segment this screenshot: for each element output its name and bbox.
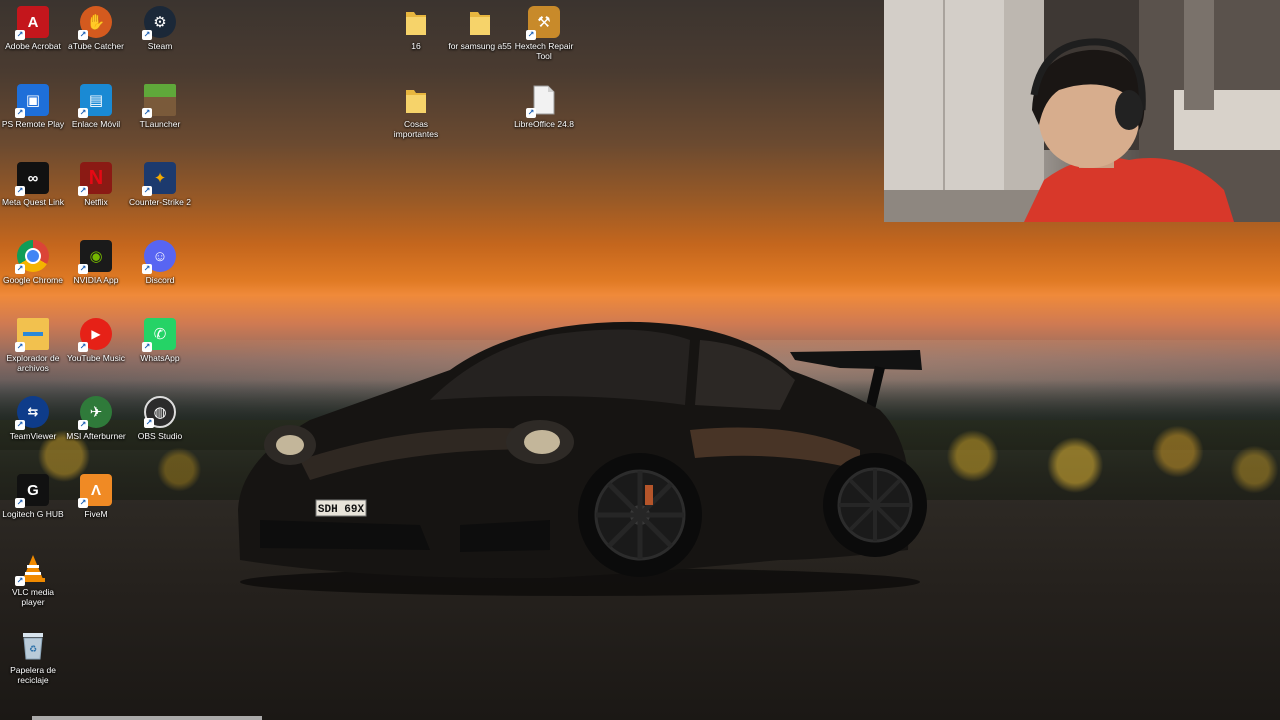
icon-label: Discord <box>145 275 175 285</box>
desktop-icon-hextech-repair-tool[interactable]: ⚒ ↗ Hextech Repair Tool <box>511 6 577 61</box>
icon-label: Counter-Strike 2 <box>129 197 191 207</box>
obs-studio-icon: ◍ ↗ <box>144 396 176 428</box>
icon-label: Explorador de archivos <box>6 353 60 373</box>
desktop-icon-nvidia-app[interactable]: ◉ ↗ NVIDIA App <box>63 240 129 285</box>
desktop-icon-adobe-acrobat[interactable]: A ↗ Adobe Acrobat <box>0 6 66 51</box>
taskbar-edge <box>32 716 262 720</box>
desktop-icon-ps-remote-play[interactable]: ▣ ↗ PS Remote Play <box>0 84 66 129</box>
icon-label: PS Remote Play <box>1 119 65 129</box>
discord-icon: ☺ ↗ <box>142 240 176 274</box>
icon-label: Adobe Acrobat <box>5 41 61 51</box>
icon-label: VLC media player <box>11 587 55 607</box>
steam-icon: ⚙ ↗ <box>142 6 176 40</box>
desktop-icon-counter-strike-2[interactable]: ✦ ↗ Counter-Strike 2 <box>127 162 193 207</box>
desktop-icon-recycle-bin[interactable]: ♻ Papelera de reciclaje <box>0 630 66 685</box>
desktop-icon-meta-quest-link[interactable]: ∞ ↗ Meta Quest Link <box>0 162 66 207</box>
desktop-icon-steam[interactable]: ⚙ ↗ Steam <box>127 6 193 51</box>
icon-label: Steam <box>147 41 173 51</box>
desktop-icon-atube-catcher[interactable]: ✋ ↗ aTube Catcher <box>63 6 129 51</box>
icon-label: 16 <box>411 41 421 51</box>
desktop-icon-tlauncher[interactable]: ↗ TLauncher <box>127 84 193 129</box>
icon-label: Enlace Móvil <box>71 119 121 129</box>
enlace-movil-icon: ▤ ↗ <box>78 84 112 118</box>
desktop-icon-youtube-music[interactable]: ▶ ↗ YouTube Music <box>63 318 129 363</box>
ps-remote-play-icon: ▣ ↗ <box>15 84 49 118</box>
icon-label: TLauncher <box>139 119 181 129</box>
desktop-icon-logitech-g-hub[interactable]: G ↗ Logitech G HUB <box>0 474 66 519</box>
icon-label: Logitech G HUB <box>2 509 64 519</box>
desktop-icon-obs-studio[interactable]: ◍ ↗ OBS Studio <box>127 396 193 441</box>
fivem-icon: Λ ↗ <box>78 474 112 508</box>
desktop-icon-file-explorer[interactable]: ↗ Explorador de archivos <box>0 318 66 373</box>
icon-label: LibreOffice 24.8 <box>514 119 574 129</box>
desktop-icon-google-chrome[interactable]: ↗ Google Chrome <box>0 240 66 285</box>
webcam-overlay <box>884 0 1280 222</box>
adobe-acrobat-icon: A ↗ <box>15 6 49 40</box>
desktop-icon-enlace-movil[interactable]: ▤ ↗ Enlace Móvil <box>63 84 129 129</box>
license-plate-text: SDH 69X <box>318 504 365 516</box>
icon-label: Papelera de reciclaje <box>10 665 56 685</box>
folder-icon <box>400 84 432 116</box>
webcam-person-image <box>884 0 1280 222</box>
desktop-icon-discord[interactable]: ☺ ↗ Discord <box>127 240 193 285</box>
desktop-icon-fivem[interactable]: Λ ↗ FiveM <box>63 474 129 519</box>
icon-label: Netflix <box>84 197 108 207</box>
desktop-icon-vlc[interactable]: ↗ VLC media player <box>0 552 66 607</box>
desktop-icon-netflix[interactable]: N ↗ Netflix <box>63 162 129 207</box>
logitech-g-hub-icon: G ↗ <box>15 474 49 508</box>
meta-quest-link-icon: ∞ ↗ <box>15 162 49 196</box>
svg-text:♻: ♻ <box>29 644 37 654</box>
desktop-icon-teamviewer[interactable]: ⇆ ↗ TeamViewer <box>0 396 66 441</box>
google-chrome-icon: ↗ <box>15 240 49 274</box>
icon-label: Hextech Repair Tool <box>514 41 574 61</box>
folder-icon <box>400 6 432 38</box>
icon-label: Cosas importantes <box>393 119 439 139</box>
icon-label: MSI Afterburner <box>66 431 126 441</box>
icon-label: FiveM <box>84 509 108 519</box>
tlauncher-icon: ↗ <box>142 84 176 118</box>
nvidia-app-icon: ◉ ↗ <box>78 240 112 274</box>
icon-label: for samsung a55 <box>448 41 512 51</box>
icon-label: WhatsApp <box>140 353 180 363</box>
libreoffice-icon: ↗ <box>526 84 560 118</box>
desktop-icon-folder-cosas-importantes[interactable]: Cosas importantes <box>383 84 449 139</box>
teamviewer-icon: ⇆ ↗ <box>15 396 49 430</box>
icon-label: NVIDIA App <box>73 275 119 285</box>
atube-catcher-icon: ✋ ↗ <box>78 6 112 40</box>
recycle-bin-icon: ♻ <box>17 630 49 662</box>
vlc-icon: ↗ <box>15 552 49 586</box>
desktop-icon-msi-afterburner[interactable]: ✈ ↗ MSI Afterburner <box>63 396 129 441</box>
file-explorer-icon: ↗ <box>15 318 49 352</box>
icon-label: Meta Quest Link <box>2 197 64 207</box>
counter-strike-2-icon: ✦ ↗ <box>142 162 176 196</box>
icon-label: OBS Studio <box>137 431 183 441</box>
youtube-music-icon: ▶ ↗ <box>78 318 112 352</box>
hextech-repair-tool-icon: ⚒ ↗ <box>526 6 560 40</box>
porsche-car-image: SDH 69X <box>238 321 927 596</box>
icon-label: TeamViewer <box>9 431 57 441</box>
desktop-icon-whatsapp[interactable]: ✆ ↗ WhatsApp <box>127 318 193 363</box>
folder-icon <box>464 6 496 38</box>
icon-label: aTube Catcher <box>68 41 124 51</box>
desktop-icon-folder-16[interactable]: 16 <box>383 6 449 51</box>
icon-label: YouTube Music <box>67 353 125 363</box>
desktop-icon-libreoffice[interactable]: ↗ LibreOffice 24.8 <box>511 84 577 129</box>
icon-label: Google Chrome <box>2 275 63 285</box>
netflix-icon: N ↗ <box>78 162 112 196</box>
msi-afterburner-icon: ✈ ↗ <box>78 396 112 430</box>
desktop-icon-folder-for-samsung-a55[interactable]: for samsung a55 <box>447 6 513 51</box>
whatsapp-icon: ✆ ↗ <box>142 318 176 352</box>
